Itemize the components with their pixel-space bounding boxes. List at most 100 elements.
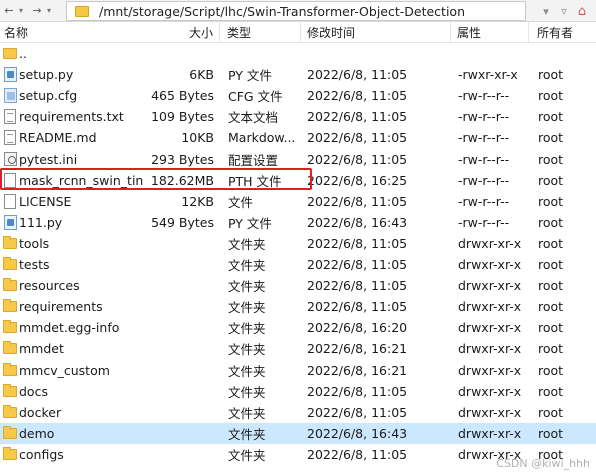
file-name: .. xyxy=(19,46,27,61)
folder-row[interactable]: demo 文件夹 2022/6/8, 16:43 drwxr-xr-x root xyxy=(0,422,596,444)
path-text[interactable]: /mnt/storage/Script/lhc/Swin-Transformer… xyxy=(99,4,465,19)
file-row[interactable]: LICENSE 12KB 文件 2022/6/8, 11:05 -rw-r--r-- ro… xyxy=(0,191,596,212)
back-arrow-icon[interactable]: ← xyxy=(2,1,16,20)
file-size: 465 Bytes xyxy=(151,88,214,104)
file-row[interactable]: mask_rcnn_swin_tin... 182.62MB PTH 文件 2022/… xyxy=(0,170,596,191)
column-attributes[interactable]: 属性 xyxy=(451,22,529,43)
file-row[interactable]: requirements.txt 109 Bytes 文本文档 2022/6/8, 1… xyxy=(0,106,596,127)
file-modified-time xyxy=(307,43,450,64)
file-row[interactable]: pytest.ini 293 Bytes 配置设置 2022/6/8, 11:05 -r… xyxy=(0,149,596,170)
folder-row[interactable]: tests 文件夹 2022/6/8, 11:05 drwxr-xr-x root xyxy=(0,254,596,275)
folder-icon xyxy=(3,404,17,418)
home-icon[interactable]: ⌂ xyxy=(574,2,590,20)
folder-row[interactable]: requirements 文件夹 2022/6/8, 11:05 drwxr-xr-x… xyxy=(0,296,596,317)
file-name: pytest.ini xyxy=(19,151,78,167)
file-size xyxy=(147,360,214,381)
file-type: 文本文档 xyxy=(228,110,279,126)
file-name: tests xyxy=(19,257,50,272)
row-icon-cell xyxy=(2,360,18,381)
folder-row[interactable]: docs 文件夹 2022/6/8, 11:05 drwxr-xr-x root xyxy=(0,381,596,402)
file-name: mmdet xyxy=(19,341,64,357)
folder-row[interactable]: .. xyxy=(0,43,596,64)
file-owner: root xyxy=(538,235,564,251)
folder-row[interactable]: mmdet 文件夹 2022/6/8, 16:21 drwxr-xr-x root xyxy=(0,338,596,359)
file-size xyxy=(147,296,214,317)
row-icon-cell xyxy=(2,381,18,402)
file-attributes: -rwxr-xr-x xyxy=(458,67,518,83)
parent-folder-icon xyxy=(3,48,17,59)
file-type: 文件 xyxy=(228,194,254,210)
file-type: CFG 文件 xyxy=(228,89,283,105)
file-owner: root xyxy=(538,341,564,357)
file-row[interactable]: 111.py 549 Bytes PY 文件 2022/6/8, 16:43 -rw-r… xyxy=(0,212,596,233)
dropdown-icon[interactable]: ▾ xyxy=(538,2,554,20)
file-owner: root xyxy=(538,278,564,294)
row-icon-cell xyxy=(2,106,18,127)
file-type: 文件夹 xyxy=(228,384,266,400)
python-file-icon xyxy=(3,67,17,83)
file-modified-time: 2022/6/8, 16:21 xyxy=(307,362,408,378)
file-size: 182.62MB xyxy=(150,172,214,188)
file-type: PY 文件 xyxy=(228,68,272,84)
file-size: 6KB xyxy=(189,67,214,83)
file-row[interactable]: setup.cfg 465 Bytes CFG 文件 2022/6/8, 11:05 -… xyxy=(0,85,596,106)
file-size: 10KB xyxy=(181,130,214,146)
file-type: 文件夹 xyxy=(228,405,266,421)
folder-icon xyxy=(3,383,17,397)
file-owner: root xyxy=(538,172,564,188)
file-modified-time: 2022/6/8, 11:05 xyxy=(307,88,408,104)
file-owner: root xyxy=(538,299,564,315)
file-type: 文件夹 xyxy=(228,258,266,273)
file-name: resources xyxy=(19,278,80,294)
file-row[interactable]: setup.py 6KB PY 文件 2022/6/8, 11:05 -rwxr-xr-… xyxy=(0,64,596,85)
file-owner: root xyxy=(538,67,564,83)
column-type[interactable]: 类型 xyxy=(221,22,301,43)
text-file-icon xyxy=(4,109,16,125)
file-size xyxy=(147,381,214,402)
file-name: LICENSE xyxy=(19,193,72,209)
folder-row[interactable]: mmdet.egg-info 文件夹 2022/6/8, 16:20 drwxr-xr… xyxy=(0,317,596,338)
row-icon-cell xyxy=(2,191,18,212)
file-attributes: drwxr-xr-x xyxy=(458,299,522,315)
file-modified-time: 2022/6/8, 11:05 xyxy=(307,404,408,420)
forward-dropdown-icon[interactable]: ▾ xyxy=(44,1,54,20)
folder-icon xyxy=(3,278,17,292)
file-name: demo xyxy=(19,425,55,441)
file-owner: root xyxy=(538,109,564,125)
file-name: mmcv_custom xyxy=(19,362,110,378)
file-size: 12KB xyxy=(181,193,214,209)
forward-arrow-icon[interactable]: → xyxy=(30,1,44,20)
file-owner: root xyxy=(538,320,564,336)
file-owner: root xyxy=(538,362,564,378)
file-attributes: -rw-r--r-- xyxy=(458,109,510,125)
file-name: tools xyxy=(19,235,50,251)
folder-icon xyxy=(3,257,17,270)
file-modified-time: 2022/6/8, 16:43 xyxy=(307,425,408,441)
file-modified-time: 2022/6/8, 11:05 xyxy=(307,109,408,125)
file-owner: root xyxy=(538,425,564,441)
path-toolbar: ← ▾ → ▾ /mnt/storage/Script/lhc/Swin-Tra… xyxy=(0,0,596,22)
file-attributes: -rw-r--r-- xyxy=(458,172,510,188)
folder-row[interactable]: resources 文件夹 2022/6/8, 11:05 drwxr-xr-x roo… xyxy=(0,275,596,296)
file-owner: root xyxy=(538,130,564,146)
folder-icon xyxy=(3,320,17,334)
column-owner[interactable]: 所有者 xyxy=(529,22,596,43)
file-attributes xyxy=(458,43,528,64)
filter-icon[interactable]: ▿ xyxy=(556,2,572,20)
file-type: 文件夹 xyxy=(228,363,266,379)
folder-row[interactable]: docker 文件夹 2022/6/8, 11:05 drwxr-xr-x root xyxy=(0,402,596,423)
back-dropdown-icon[interactable]: ▾ xyxy=(16,1,26,20)
path-input[interactable]: /mnt/storage/Script/lhc/Swin-Transformer… xyxy=(66,1,526,21)
file-attributes: drwxr-xr-x xyxy=(458,404,522,420)
file-modified-time: 2022/6/8, 16:43 xyxy=(307,214,408,230)
file-name: mmdet.egg-info xyxy=(19,320,120,336)
column-modified-time[interactable]: 修改时间 xyxy=(301,22,451,43)
row-icon-cell xyxy=(2,85,18,106)
folder-row[interactable]: tools 文件夹 2022/6/8, 11:05 drwxr-xr-x root xyxy=(0,233,596,254)
row-icon-cell xyxy=(2,423,18,444)
column-size[interactable]: 大小 xyxy=(147,22,220,43)
file-name: README.md xyxy=(19,130,97,146)
folder-row[interactable]: mmcv_custom 文件夹 2022/6/8, 16:21 drwxr-xr-x r… xyxy=(0,360,596,381)
file-row[interactable]: README.md 10KB Markdow... 2022/6/8, 11:05 -r… xyxy=(0,127,596,148)
row-icon-cell xyxy=(2,127,18,148)
